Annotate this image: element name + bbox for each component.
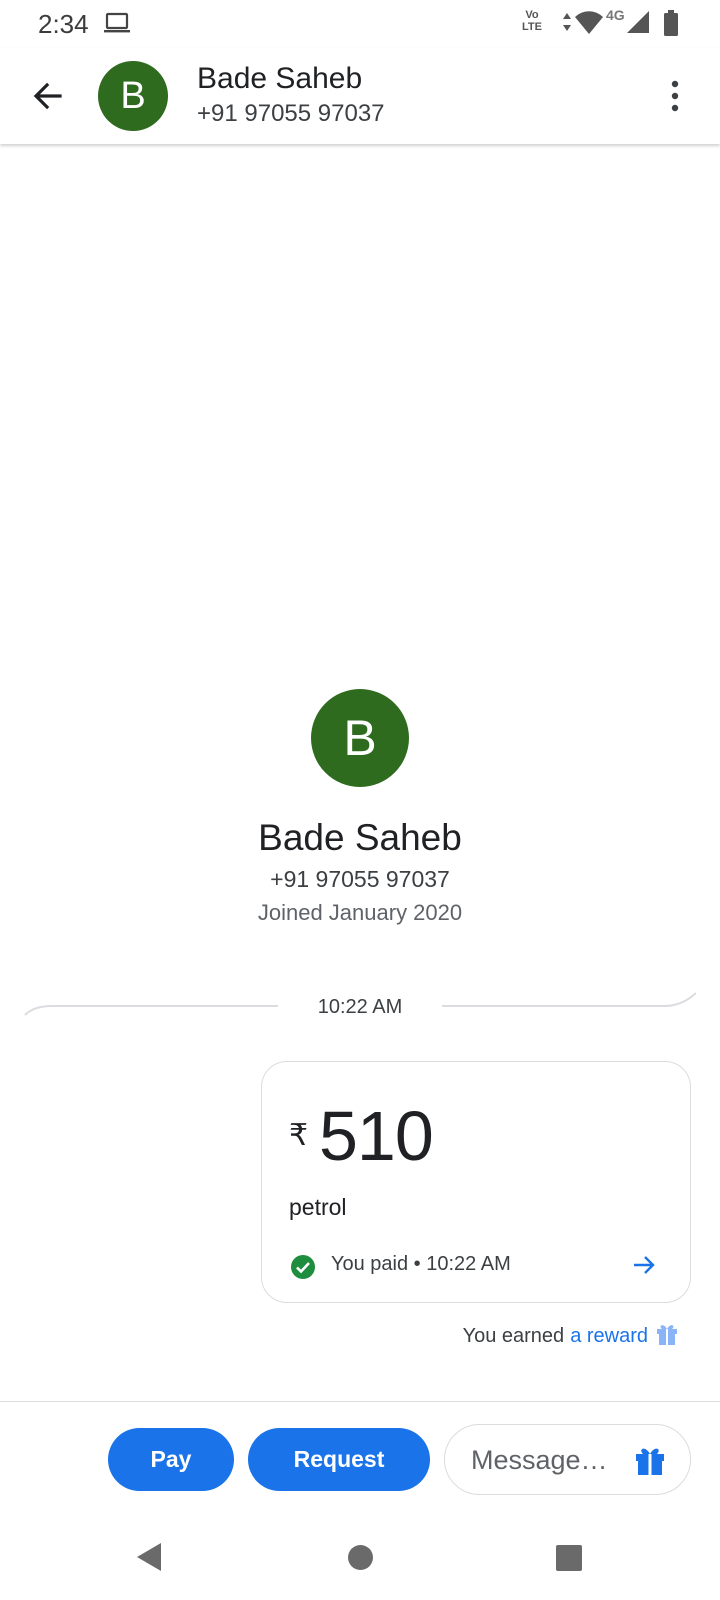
- back-arrow-icon: [33, 82, 62, 110]
- contact-name: Bade Saheb: [197, 62, 363, 95]
- payment-note: petrol: [289, 1194, 347, 1220]
- message-input[interactable]: Message…: [444, 1424, 691, 1495]
- avatar[interactable]: B: [98, 61, 168, 131]
- arrow-forward-icon[interactable]: [630, 1251, 658, 1284]
- conversation-header: B Bade Saheb +91 97055 97037: [0, 48, 720, 144]
- status-bar: 2:34 Vo LTE 4G: [0, 0, 720, 48]
- payment-status: You paid • 10:22 AM: [331, 1253, 511, 1275]
- joined-date: Joined January 2020: [257, 900, 463, 925]
- battery-icon: [664, 10, 678, 41]
- nav-back-icon[interactable]: [135, 1541, 163, 1578]
- check-circle-icon: [290, 1254, 316, 1285]
- signal-icon: [626, 10, 650, 39]
- request-button[interactable]: Request: [248, 1428, 430, 1491]
- profile-phone: +91 97055 97037: [270, 866, 450, 892]
- nav-recents-icon[interactable]: [556, 1545, 582, 1571]
- gift-icon-button[interactable]: [633, 1443, 667, 1482]
- bottom-divider: [0, 1401, 720, 1402]
- message-timestamp: 10:22 AM: [317, 996, 403, 1018]
- currency-symbol: ₹: [289, 1119, 309, 1152]
- volte-icon: Vo LTE: [522, 9, 542, 33]
- data-arrows-icon: [562, 12, 572, 37]
- more-options-button[interactable]: [660, 76, 690, 116]
- network-type-label: 4G: [606, 7, 625, 23]
- nav-home-icon[interactable]: [348, 1545, 373, 1570]
- reward-prefix: You earned: [462, 1324, 565, 1347]
- profile-avatar: B: [311, 689, 409, 787]
- gift-icon: [654, 1320, 680, 1352]
- wifi-icon: [574, 11, 604, 40]
- back-button[interactable]: [28, 76, 68, 116]
- status-time: 2:34: [38, 9, 89, 39]
- reward-line: You earned a reward: [463, 1320, 680, 1352]
- payment-card[interactable]: ₹ 510 petrol You paid • 10:22 AM: [261, 1061, 691, 1303]
- reward-link[interactable]: a reward: [570, 1325, 648, 1348]
- volte-top-text: Vo: [525, 9, 539, 21]
- volte-bottom-text: LTE: [522, 21, 542, 33]
- pay-button[interactable]: Pay: [108, 1428, 234, 1491]
- profile-name: Bade Saheb: [258, 817, 462, 858]
- laptop-icon: [104, 12, 130, 39]
- payment-amount: 510: [319, 1097, 434, 1175]
- message-placeholder: Message…: [471, 1445, 608, 1475]
- contact-phone: +91 97055 97037: [197, 100, 385, 127]
- more-vert-icon: [671, 80, 679, 112]
